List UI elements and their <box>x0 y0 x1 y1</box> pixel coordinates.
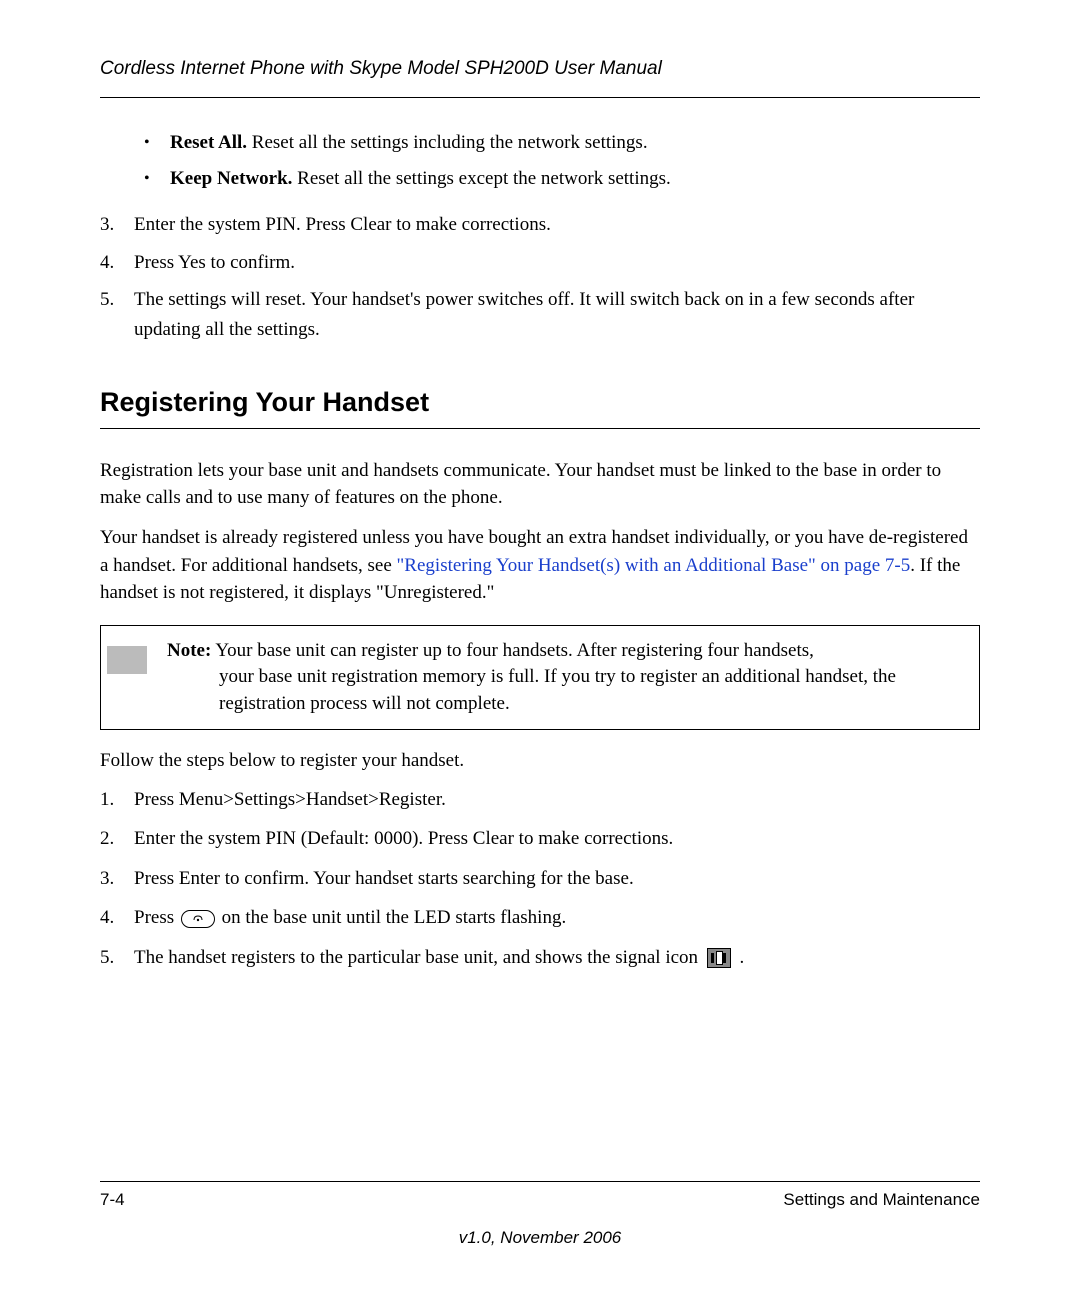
chapter-title: Settings and Maintenance <box>783 1188 980 1212</box>
step-text: Press <box>134 907 179 928</box>
step-text: The handset registers to the particular … <box>134 947 703 968</box>
bullet-bold: Keep Network. <box>170 168 292 189</box>
page-footer: 7-4 Settings and Maintenance v1.0, Novem… <box>100 1181 980 1250</box>
note-icon <box>107 646 147 674</box>
signal-strength-icon <box>707 948 731 968</box>
note-label: Note: <box>167 640 211 661</box>
paragraph: Registration lets your base unit and han… <box>100 457 980 512</box>
list-item: Reset All. Reset all the settings includ… <box>170 128 980 158</box>
step-text: . <box>735 947 745 968</box>
reset-steps-list: Enter the system PIN. Press Clear to mak… <box>100 210 980 344</box>
version-text: v1.0, November 2006 <box>100 1226 980 1250</box>
note-icon-cell <box>101 625 168 730</box>
list-item: Press on the base unit until the LED sta… <box>134 903 980 932</box>
register-steps-list: Press Menu>Settings>Handset>Register. En… <box>100 785 980 972</box>
page-header: Cordless Internet Phone with Skype Model… <box>100 56 980 98</box>
note-text-line: your base unit registration memory is fu… <box>167 664 965 717</box>
list-item: The handset registers to the particular … <box>134 943 980 972</box>
list-item: Press Yes to confirm. <box>134 248 980 277</box>
list-item: Press Enter to confirm. Your handset sta… <box>134 864 980 893</box>
list-item: Keep Network. Reset all the settings exc… <box>170 164 980 194</box>
bullet-text: Reset all the settings including the net… <box>247 132 648 153</box>
list-item: Enter the system PIN (Default: 0000). Pr… <box>134 824 980 853</box>
note-box: Note: Your base unit can register up to … <box>100 625 980 731</box>
bullet-text: Reset all the settings except the networ… <box>292 168 670 189</box>
step-text: on the base unit until the LED starts fl… <box>217 907 566 928</box>
list-item: Press Menu>Settings>Handset>Register. <box>134 785 980 814</box>
note-text-line: Your base unit can register up to four h… <box>211 640 814 661</box>
list-item: The settings will reset. Your handset's … <box>134 285 980 344</box>
bullet-bold: Reset All. <box>170 132 247 153</box>
paging-button-icon <box>181 910 215 928</box>
paragraph: Follow the steps below to register your … <box>100 748 980 775</box>
reset-option-list: Reset All. Reset all the settings includ… <box>100 128 980 195</box>
note-text-cell: Note: Your base unit can register up to … <box>167 625 980 730</box>
cross-reference-link[interactable]: "Registering Your Handset(s) with an Add… <box>397 555 911 576</box>
page-number: 7-4 <box>100 1188 125 1212</box>
list-item: Enter the system PIN. Press Clear to mak… <box>134 210 980 239</box>
section-heading: Registering Your Handset <box>100 384 980 429</box>
paragraph: Your handset is already registered unles… <box>100 524 980 607</box>
